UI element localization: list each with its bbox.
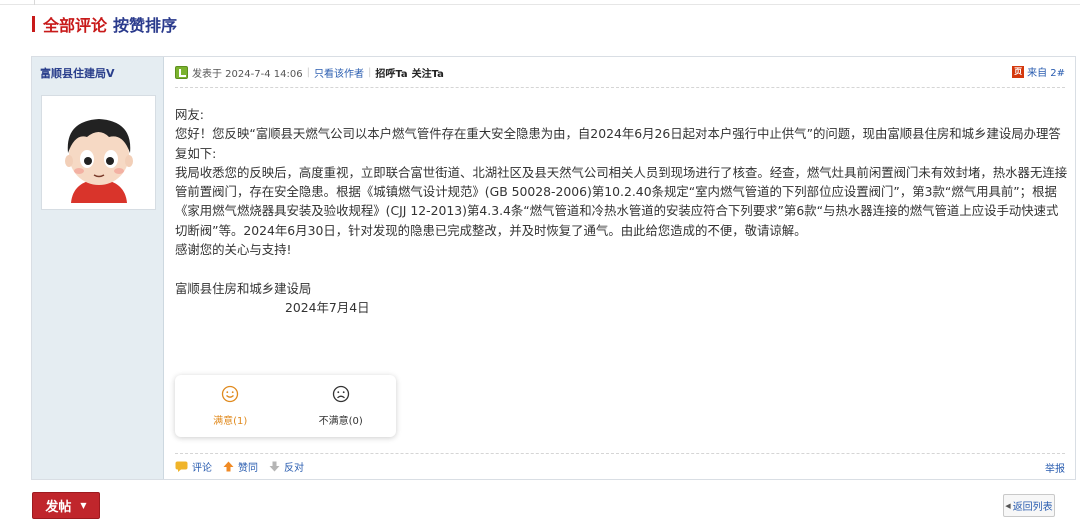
triangle-left-icon: ◀ — [1005, 501, 1011, 510]
sort-by-likes-tab[interactable]: 按赞排序 — [113, 12, 177, 36]
body-greeting: 网友: — [175, 107, 204, 122]
origin-text: 来自 2# — [1027, 68, 1065, 79]
comment-post: 富顺县住建局V 发表于 2024-7-4 14:06 | 只看该作者 | 招呼T… — [31, 56, 1076, 480]
back-to-list-button[interactable]: ◀ 返回列表 — [1003, 494, 1055, 517]
unsatisfied-button[interactable]: 不满意(0) — [286, 375, 397, 437]
accent-bar — [32, 16, 35, 32]
thumb-up-arrow-icon — [223, 461, 234, 472]
body-thanks: 感谢您的关心与支持! — [175, 242, 292, 258]
body-paragraph-1: 您好！您反映“富顺县天燃气公司以本户燃气管件存在重大安全隐患为由，自2024年6… — [175, 126, 1061, 161]
new-post-label: 发帖 — [45, 500, 72, 515]
new-post-button[interactable]: 发帖 ▼ — [32, 492, 100, 519]
floor-origin[interactable]: 页 来自 2# — [1012, 64, 1065, 79]
verified-badge: V — [106, 67, 115, 80]
online-status-icon — [175, 66, 188, 79]
all-comments-tab[interactable]: 全部评论 — [43, 12, 107, 36]
avatar[interactable] — [41, 95, 156, 210]
unsatisfied-label: 不满意(0) — [318, 416, 363, 427]
greet-link[interactable]: 招呼Ta — [375, 65, 407, 80]
author-name[interactable]: 富顺县住建局V — [40, 65, 115, 81]
satisfied-label: 满意(1) — [213, 416, 248, 427]
report-link[interactable]: 举报 — [1045, 460, 1065, 475]
caret-down-icon: ▼ — [80, 501, 87, 510]
satisfied-button[interactable]: 满意(1) — [175, 375, 286, 437]
oppose-action[interactable]: 反对 — [269, 459, 304, 474]
post-content: 发表于 2024-7-4 14:06 | 只看该作者 | 招呼Ta 关注Ta 页… — [164, 57, 1075, 479]
comment-action[interactable]: 评论 — [175, 459, 212, 474]
post-actions: 评论 赞同 反对 — [175, 459, 315, 474]
only-author-link[interactable]: 只看该作者 — [314, 65, 364, 80]
follow-link[interactable]: 关注Ta — [412, 65, 444, 80]
satisfaction-vote: 满意(1) 不满意(0) — [175, 375, 396, 437]
avatar-cartoon-icon — [48, 102, 149, 203]
smile-icon — [222, 385, 239, 403]
body-signature: 富顺县住房和城乡建设局 — [175, 280, 312, 296]
post-time: 发表于 2024-7-4 14:06 — [192, 69, 303, 80]
comments-header: 全部评论 按赞排序 — [32, 13, 177, 35]
body-paragraph-2: 我局收悉您的反映后，高度重视，立即联合富世街道、北湖社区及县天然气公司相关人员到… — [175, 164, 1068, 238]
like-action[interactable]: 赞同 — [223, 459, 258, 474]
reply-body: 网友: 您好！您反映“富顺县天燃气公司以本户燃气管件存在重大安全隐患为由，自20… — [175, 105, 1070, 317]
body-date: 2024年7月4日 — [285, 299, 370, 315]
meta-divider — [175, 87, 1065, 88]
origin-badge-icon: 页 — [1012, 65, 1025, 78]
post-meta: 发表于 2024-7-4 14:06 | 只看该作者 | 招呼Ta 关注Ta — [175, 65, 448, 80]
thumb-down-arrow-icon — [269, 461, 280, 472]
author-panel: 富顺县住建局V — [32, 57, 164, 479]
top-border — [0, 0, 1080, 5]
back-to-list-label: 返回列表 — [1012, 502, 1053, 513]
comment-icon — [175, 461, 188, 472]
actions-divider — [175, 453, 1065, 454]
frown-icon — [332, 385, 349, 403]
